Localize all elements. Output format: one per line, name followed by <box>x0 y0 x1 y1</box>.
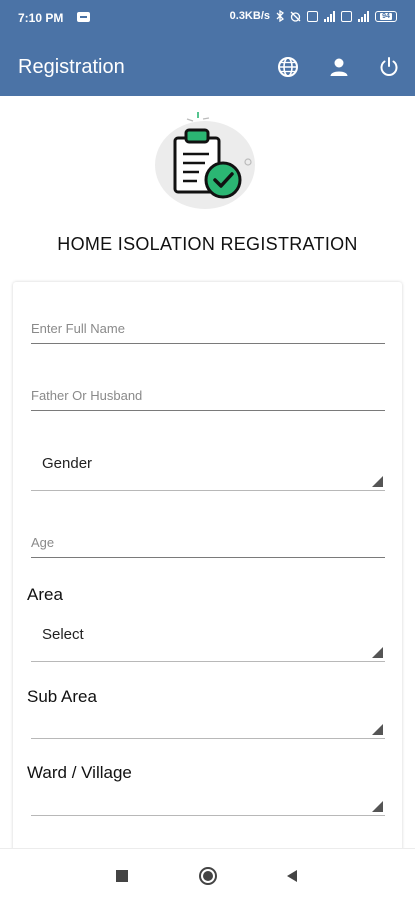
signal-bars-icon <box>324 10 335 22</box>
app-title: Registration <box>18 56 125 78</box>
back-triangle-icon <box>287 870 297 882</box>
sim-icon <box>307 10 318 22</box>
power-icon <box>380 57 398 76</box>
recents-square-icon <box>116 870 128 882</box>
globe-icon <box>278 57 298 77</box>
gender-select-value: Gender <box>42 455 93 472</box>
status-bar: 7:10 PM 0.3KB/s 94 <box>0 0 415 38</box>
back-button[interactable] <box>282 866 302 886</box>
page-title: HOME ISOLATION REGISTRATION <box>57 234 358 254</box>
status-time: 7:10 PM <box>18 11 64 25</box>
language-button[interactable] <box>275 54 301 80</box>
home-button[interactable] <box>198 866 218 886</box>
gender-select[interactable]: Gender <box>31 447 385 491</box>
dropdown-arrow-icon <box>372 724 383 735</box>
clipboard-check-icon <box>155 112 255 209</box>
father-husband-field[interactable] <box>31 381 385 411</box>
area-label: Area <box>27 585 63 604</box>
dropdown-arrow-icon <box>372 647 383 658</box>
network-speed: 0.3KB/s <box>229 10 270 22</box>
area-select[interactable]: Select <box>31 618 385 662</box>
recents-button[interactable] <box>112 866 132 886</box>
age-input[interactable] <box>31 528 385 556</box>
full-name-field[interactable] <box>31 314 385 344</box>
sub-area-select[interactable] <box>31 695 385 739</box>
area-select-value: Select <box>42 626 84 643</box>
father-husband-input[interactable] <box>31 381 385 409</box>
ward-village-select[interactable] <box>31 772 385 816</box>
system-nav-bar <box>0 848 415 900</box>
signal-bars-2-icon <box>358 10 369 22</box>
alarm-off-icon <box>290 11 301 22</box>
status-indicators: 0.3KB/s 94 <box>230 10 397 22</box>
app-bar: Registration <box>0 38 415 96</box>
battery-level: 94 <box>380 12 392 20</box>
battery-icon: 94 <box>375 10 397 22</box>
person-icon <box>330 58 348 76</box>
bluetooth-icon <box>276 10 284 22</box>
full-name-input[interactable] <box>31 314 385 342</box>
dropdown-arrow-icon <box>372 476 383 487</box>
registration-form: Gender Area Select Sub Area Ward / Villa… <box>13 282 402 862</box>
home-circle-icon <box>199 867 217 885</box>
age-field[interactable] <box>31 528 385 558</box>
sim-2-icon <box>341 10 352 22</box>
dropdown-arrow-icon <box>372 801 383 812</box>
logout-button[interactable] <box>376 54 402 80</box>
message-notification-icon <box>77 12 90 22</box>
profile-button[interactable] <box>326 54 352 80</box>
